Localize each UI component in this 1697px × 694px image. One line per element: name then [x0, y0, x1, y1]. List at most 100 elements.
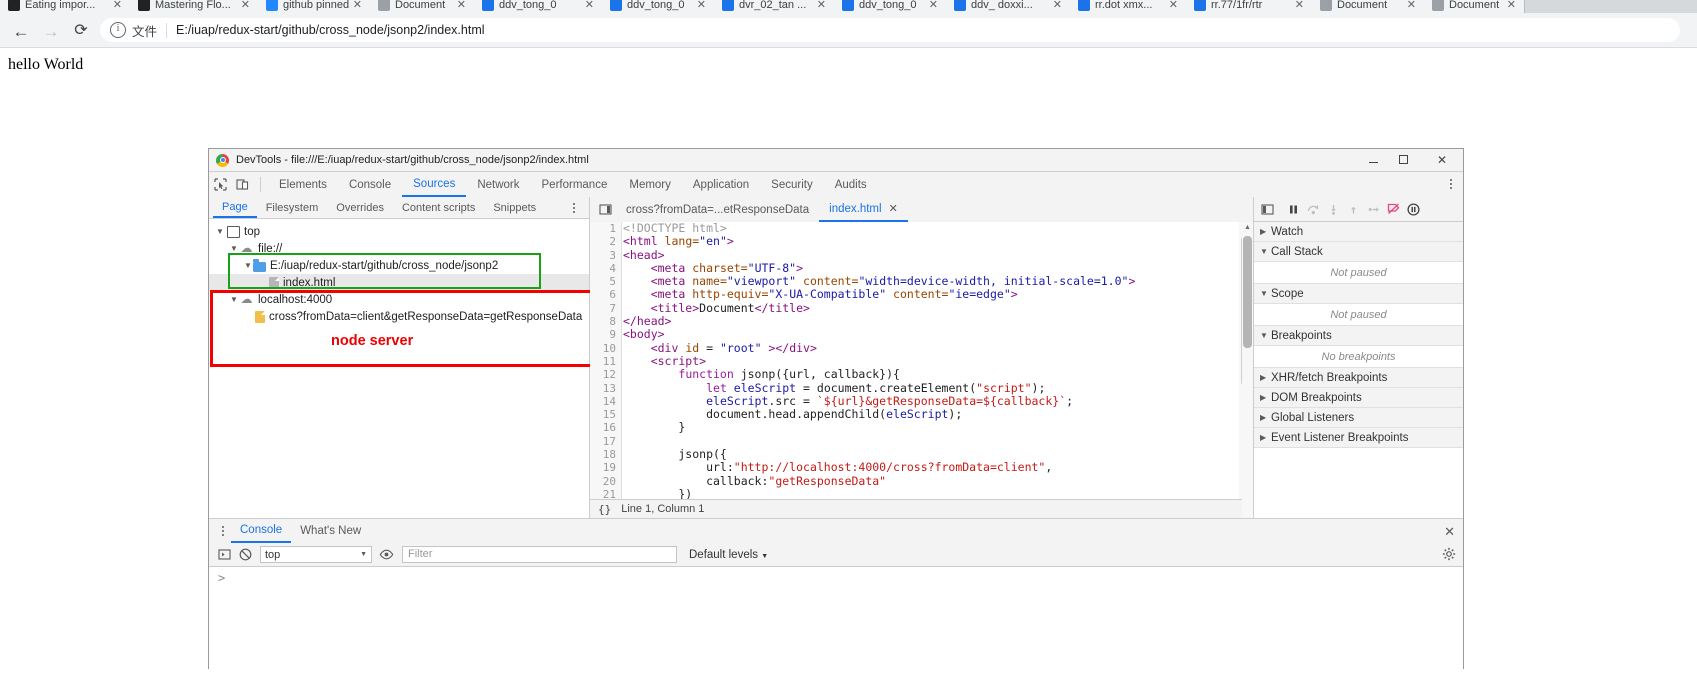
tab-performance[interactable]: Performance [531, 173, 619, 197]
code-line[interactable]: }) [623, 487, 1251, 499]
browser-tab[interactable]: Document ✕ [1312, 0, 1424, 13]
pretty-print-icon[interactable]: {} [598, 503, 611, 516]
tree-item-folder-jsonp2[interactable]: ▼ E:/iuap/redux-start/github/cross_node/… [209, 257, 589, 274]
code-line[interactable]: url:"http://localhost:4000/cross?fromDat… [623, 461, 1251, 474]
editor-tab-cross-request[interactable]: cross?fromData=...etResponseData [616, 198, 819, 222]
close-icon[interactable]: ✕ [1295, 0, 1304, 11]
code-line[interactable]: <body> [623, 328, 1251, 341]
settings-gear-icon[interactable] [1442, 547, 1456, 564]
chevron-down-icon[interactable]: ▼ [215, 223, 225, 240]
tab-security[interactable]: Security [760, 173, 824, 197]
chevron-down-icon[interactable]: ▼ [229, 240, 239, 257]
close-icon[interactable]: ✕ [817, 0, 826, 11]
code-editor[interactable]: 1234567891011121314151617181920212223 <!… [590, 222, 1251, 499]
tab-network[interactable]: Network [466, 173, 530, 197]
tab-elements[interactable]: Elements [268, 173, 338, 197]
code-line[interactable]: <head> [623, 248, 1251, 262]
execution-context-select[interactable]: top ▼ [260, 546, 372, 563]
debugger-section-watch[interactable]: ▶ Watch [1254, 222, 1463, 242]
browser-tab[interactable]: rr.77/1fr/rtr ✕ [1186, 0, 1312, 13]
debugger-section-xhr-breakpoints[interactable]: ▶ XHR/fetch Breakpoints [1254, 368, 1463, 388]
close-icon[interactable]: ✕ [697, 0, 706, 11]
browser-tab[interactable]: ddv_tong_0 ✕ [474, 0, 602, 13]
debugger-section-breakpoints[interactable]: ▼ Breakpoints [1254, 326, 1463, 346]
console-prompt-caret[interactable]: > [218, 571, 225, 585]
close-icon[interactable]: ✕ [457, 0, 466, 11]
console-levels-select[interactable]: Default levels ▼ [689, 549, 768, 561]
code-line[interactable]: </head> [623, 314, 1251, 328]
browser-tab[interactable]: ddv_tong_0 ✕ [602, 0, 714, 13]
close-icon[interactable]: ✕ [241, 0, 250, 11]
tree-item-index-html[interactable]: ▸ index.html [209, 274, 589, 291]
tree-item-top[interactable]: ▼ top [209, 223, 589, 240]
browser-tab[interactable]: github pinned... ✕ [258, 0, 370, 13]
console-output-area[interactable]: > [209, 567, 1463, 694]
navigator-more-options-icon[interactable] [567, 200, 581, 215]
browser-tab[interactable]: Mastering Flo... ✕ [130, 0, 258, 13]
chevron-down-icon[interactable]: ▼ [761, 553, 768, 560]
drawer-more-options-icon[interactable] [215, 521, 231, 541]
browser-tab[interactable]: rr.dot xmx... ✕ [1070, 0, 1186, 13]
code-line[interactable]: <meta charset="UTF-8"> [623, 261, 1251, 275]
chevron-right-icon[interactable]: ▶ [1260, 373, 1271, 382]
debugger-section-dom-breakpoints[interactable]: ▶ DOM Breakpoints [1254, 388, 1463, 408]
close-icon[interactable]: ✕ [1407, 0, 1416, 11]
browser-tab[interactable]: Document ✕ [1424, 0, 1524, 13]
close-icon[interactable]: ✕ [1507, 0, 1516, 11]
scroll-up-icon[interactable]: ▲ [1243, 222, 1252, 234]
editor-tab-index-html[interactable]: index.html ✕ [819, 198, 908, 222]
subtab-snippets[interactable]: Snippets [484, 197, 545, 218]
subtab-overrides[interactable]: Overrides [327, 197, 393, 218]
inspect-element-icon[interactable] [209, 174, 231, 196]
panel-toggle-icon[interactable] [1257, 198, 1277, 220]
drawer-tab-console[interactable]: Console [231, 520, 292, 543]
tree-item-cross-request[interactable]: ▸ cross?fromData=client&getResponseData=… [209, 308, 589, 325]
code-line[interactable]: <html lang="en"> [623, 235, 1251, 248]
minimize-button[interactable] [1358, 149, 1388, 170]
tab-application[interactable]: Application [682, 173, 760, 197]
show-navigator-icon[interactable] [594, 199, 616, 221]
pause-on-exceptions-icon[interactable] [1403, 198, 1423, 220]
close-icon[interactable]: ✕ [1053, 0, 1062, 11]
back-arrow-icon[interactable]: ← [10, 20, 32, 42]
chevron-down-icon[interactable]: ▼ [360, 551, 367, 558]
live-expression-icon[interactable] [376, 544, 397, 566]
code-line[interactable]: <!DOCTYPE html> [623, 222, 1251, 235]
browser-tab-strip[interactable]: Eating impor... ✕ Mastering Flo... ✕ github … [0, 0, 1697, 13]
debugger-section-call-stack[interactable]: ▼ Call Stack [1254, 242, 1463, 262]
tab-console[interactable]: Console [338, 173, 402, 197]
step-icon[interactable] [1363, 198, 1383, 220]
url-text[interactable]: E:/iuap/redux-start/github/cross_node/js… [176, 23, 485, 37]
close-icon[interactable]: ✕ [889, 202, 898, 215]
code-line[interactable]: <title>Document</title> [623, 301, 1251, 315]
close-icon[interactable]: ✕ [113, 0, 122, 11]
code-line[interactable]: document.head.appendChild(eleScript); [623, 408, 1251, 421]
pause-icon[interactable] [1283, 198, 1303, 220]
browser-tab[interactable]: dvr_02_tan ... ✕ [714, 0, 834, 13]
code-line[interactable]: <div id = "root" ></div> [623, 341, 1251, 355]
browser-tab[interactable]: ddv_ doxxi... ✕ [946, 0, 1070, 13]
close-button[interactable]: ✕ [1427, 149, 1457, 170]
code-line[interactable]: eleScript.src = `${url}&getResponseData=… [623, 394, 1251, 408]
maximize-button[interactable] [1388, 149, 1418, 170]
subtab-page[interactable]: Page [213, 197, 257, 218]
close-icon[interactable]: ✕ [585, 0, 594, 11]
chevron-down-icon[interactable]: ▼ [229, 291, 239, 308]
step-over-icon[interactable] [1303, 198, 1323, 220]
code-line[interactable]: } [623, 421, 1251, 434]
address-bar[interactable]: i 文件 E:/iuap/redux-start/github/cross_no… [100, 18, 1680, 42]
execute-icon[interactable] [214, 544, 235, 566]
code-line[interactable]: <meta http-equiv="X-UA-Compatible" conte… [623, 288, 1251, 301]
device-toolbar-icon[interactable] [231, 174, 253, 196]
tab-memory[interactable]: Memory [618, 173, 682, 197]
code-line[interactable] [623, 435, 1251, 448]
code-line[interactable]: let eleScript = document.createElement("… [623, 381, 1251, 395]
code-line[interactable]: jsonp({ [623, 447, 1251, 461]
tab-sources[interactable]: Sources [402, 173, 467, 197]
code-text[interactable]: <!DOCTYPE html> <html lang="en"> <head> <m… [623, 222, 1251, 499]
chevron-right-icon[interactable]: ▶ [1260, 413, 1271, 422]
step-into-icon[interactable] [1323, 198, 1343, 220]
close-drawer-icon[interactable]: ✕ [1444, 524, 1455, 540]
info-circle-icon[interactable]: i [110, 22, 126, 38]
devtools-titlebar[interactable]: DevTools - file:///E:/iuap/redux-start/g… [209, 149, 1463, 171]
